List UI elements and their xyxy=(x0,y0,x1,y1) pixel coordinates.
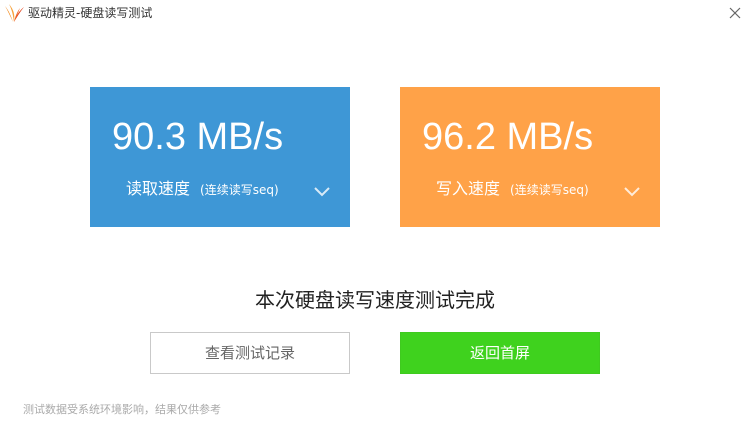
write-speed-card: 96.2 MB/s 写入速度 (连续读写seq) xyxy=(400,87,660,227)
read-speed-label: 读取速度 xyxy=(126,179,191,198)
return-home-button[interactable]: 返回首屏 xyxy=(400,332,600,374)
read-speed-label-row: 读取速度 (连续读写seq) xyxy=(126,179,279,200)
read-speed-mode: (连续读写seq) xyxy=(200,183,279,197)
chevron-down-icon[interactable] xyxy=(313,183,331,197)
app-window: 驱动精灵-硬盘读写测试 90.3 MB/s 读取速度 (连续读写seq) 96.… xyxy=(0,0,748,432)
read-speed-card: 90.3 MB/s 读取速度 (连续读写seq) xyxy=(90,87,350,227)
write-speed-value: 96.2 MB/s xyxy=(422,116,594,158)
result-message: 本次硬盘读写速度测试完成 xyxy=(255,288,495,312)
close-icon xyxy=(729,7,741,19)
read-speed-value: 90.3 MB/s xyxy=(112,116,284,158)
write-speed-label: 写入速度 xyxy=(436,179,501,198)
title-bar: 驱动精灵-硬盘读写测试 xyxy=(0,0,748,26)
chevron-down-icon[interactable] xyxy=(623,183,641,197)
write-speed-mode: (连续读写seq) xyxy=(510,183,589,197)
disclaimer-note: 测试数据受系统环境影响，结果仅供参考 xyxy=(23,403,221,416)
write-speed-label-row: 写入速度 (连续读写seq) xyxy=(436,179,589,200)
view-history-button[interactable]: 查看测试记录 xyxy=(150,332,350,374)
close-button[interactable] xyxy=(722,0,748,26)
wing-logo-icon xyxy=(2,2,26,24)
window-title: 驱动精灵-硬盘读写测试 xyxy=(28,6,153,20)
